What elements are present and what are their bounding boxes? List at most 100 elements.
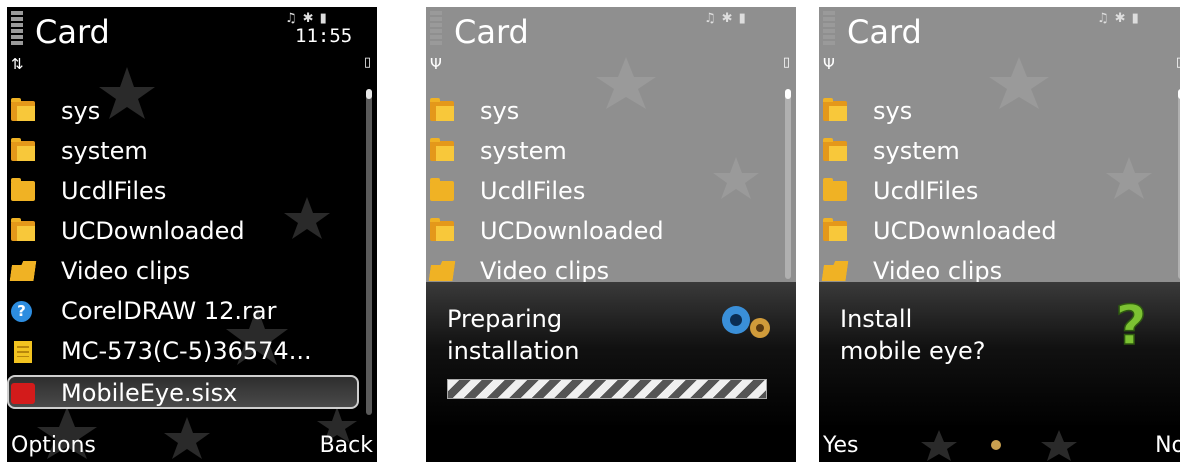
list-item[interactable]: UCDownloaded bbox=[7, 213, 361, 253]
list-item[interactable]: sys bbox=[7, 93, 361, 133]
folder-icon bbox=[430, 98, 454, 121]
page-title: Card bbox=[35, 13, 110, 51]
list-item: system bbox=[819, 133, 1173, 173]
list-item: sys bbox=[426, 93, 780, 133]
list-item[interactable]: UcdlFiles bbox=[7, 173, 361, 213]
folder-icon bbox=[823, 178, 847, 201]
folder-icon bbox=[823, 218, 847, 241]
item-label: UCDownloaded bbox=[61, 217, 245, 245]
dialog-message: Install mobile eye? bbox=[840, 303, 986, 367]
file-list: sys system UcdlFiles UCDownloaded Video … bbox=[819, 93, 1173, 282]
yes-softkey[interactable]: Yes bbox=[823, 433, 859, 458]
document-icon bbox=[14, 341, 32, 363]
list-item: UcdlFiles bbox=[426, 173, 780, 213]
dialog-line-2: mobile eye? bbox=[840, 337, 986, 365]
list-item[interactable]: Video clips bbox=[7, 253, 361, 293]
item-label: UCDownloaded bbox=[480, 217, 664, 245]
network-icon: ⇅ bbox=[11, 55, 24, 73]
file-browser-screen: Card ♫✱▮ 11:55 ⇅ ▯ sys system UcdlFiles … bbox=[7, 7, 377, 462]
install-confirm-screen: Card ♫✱▮ Ψ ▯ sys system UcdlFiles UCDown… bbox=[819, 7, 1180, 462]
folder-icon bbox=[430, 178, 454, 201]
preparing-installation-screen: Card ♫✱▮ Ψ ▯ sys system UcdlFiles UCDown… bbox=[426, 7, 796, 462]
list-item: UCDownloaded bbox=[426, 213, 780, 253]
scroll-thumb bbox=[785, 89, 791, 99]
no-softkey[interactable]: No bbox=[1155, 433, 1180, 458]
scrollbar[interactable] bbox=[366, 89, 372, 415]
alarm-icon: ♫ bbox=[1097, 11, 1115, 26]
file-list: sys system UcdlFiles UCDownloaded Video … bbox=[426, 93, 780, 282]
bluetooth-icon: ✱ bbox=[721, 11, 739, 26]
progress-dialog: Preparing installation bbox=[426, 282, 796, 428]
bluetooth-icon: ✱ bbox=[302, 11, 320, 26]
softkey-bar: Options Back bbox=[7, 428, 377, 462]
list-item-selected[interactable]: MobileEye.sisx bbox=[7, 375, 361, 413]
item-label: system bbox=[61, 137, 148, 165]
folder-open-icon bbox=[10, 261, 37, 281]
folder-open-icon bbox=[822, 261, 849, 281]
back-softkey[interactable]: Back bbox=[320, 433, 373, 458]
gears-icon bbox=[722, 306, 770, 338]
progress-bar bbox=[447, 379, 767, 399]
item-label: system bbox=[873, 137, 960, 165]
item-label: sys bbox=[873, 97, 913, 125]
list-item: UcdlFiles bbox=[819, 173, 1173, 213]
alarm-icon: ♫ bbox=[704, 11, 722, 26]
folder-icon bbox=[430, 138, 454, 161]
battery-icon: ▮ bbox=[319, 11, 333, 26]
folder-icon bbox=[823, 138, 847, 161]
dialog-line-1: Install bbox=[840, 305, 913, 333]
options-softkey[interactable]: Options bbox=[11, 433, 96, 458]
confirm-dialog: Install mobile eye? ? bbox=[819, 282, 1180, 428]
item-label: UCDownloaded bbox=[873, 217, 1057, 245]
sisx-file-icon bbox=[11, 383, 35, 404]
status-icons: ♫✱▮ bbox=[1097, 11, 1145, 26]
folder-icon bbox=[11, 178, 35, 201]
battery-icon: ▮ bbox=[738, 11, 752, 26]
list-item: Video clips bbox=[426, 253, 780, 282]
item-label: Video clips bbox=[873, 257, 1003, 282]
selection-key-dot[interactable] bbox=[991, 440, 1001, 450]
status-bar: Card ♫✱▮ 11:55 ⇅ ▯ bbox=[7, 7, 377, 87]
folder-icon bbox=[11, 138, 35, 161]
signal-strength-icon bbox=[823, 11, 835, 55]
folder-open-icon bbox=[429, 261, 456, 281]
question-mark-icon: ? bbox=[1115, 296, 1148, 352]
battery-icon: ▮ bbox=[1131, 11, 1145, 26]
signal-strength-icon bbox=[430, 11, 442, 55]
alarm-icon: ♫ bbox=[285, 11, 303, 26]
status-icons: ♫✱▮ bbox=[704, 11, 752, 26]
svg-text:?: ? bbox=[1115, 296, 1146, 352]
dimmed-file-browser: Card ♫✱▮ Ψ ▯ sys system UcdlFiles UCDown… bbox=[819, 7, 1180, 282]
list-item[interactable]: ? CorelDRAW 12.rar bbox=[7, 293, 361, 333]
scroll-thumb[interactable] bbox=[366, 89, 372, 99]
item-label: UcdlFiles bbox=[873, 177, 979, 205]
list-item[interactable]: system bbox=[7, 133, 361, 173]
list-item[interactable]: MC-573(C-5)36574... bbox=[7, 333, 361, 373]
folder-icon bbox=[11, 218, 35, 241]
page-title: Card bbox=[454, 13, 529, 51]
folder-icon bbox=[430, 218, 454, 241]
lock-icon: ▯ bbox=[782, 55, 790, 70]
question-icon: ? bbox=[11, 301, 32, 322]
lock-icon: ▯ bbox=[363, 55, 371, 70]
list-item: Video clips bbox=[819, 253, 1173, 282]
item-label: sys bbox=[480, 97, 520, 125]
item-label: Video clips bbox=[480, 257, 610, 282]
lock-icon: ▯ bbox=[1175, 55, 1180, 70]
folder-icon bbox=[823, 98, 847, 121]
item-label: UcdlFiles bbox=[61, 177, 167, 205]
item-label: MC-573(C-5)36574... bbox=[61, 337, 312, 365]
clock: 11:55 bbox=[295, 25, 353, 47]
item-label: system bbox=[480, 137, 567, 165]
item-label: Video clips bbox=[61, 257, 191, 285]
scrollbar bbox=[785, 89, 791, 279]
dialog-line-2: installation bbox=[447, 337, 580, 365]
dialog-message: Preparing installation bbox=[447, 303, 580, 367]
signal-strength-icon bbox=[11, 11, 23, 55]
item-label: CorelDRAW 12.rar bbox=[61, 297, 277, 325]
file-list: sys system UcdlFiles UCDownloaded Video … bbox=[7, 93, 361, 413]
list-item: sys bbox=[819, 93, 1173, 133]
dialog-line-1: Preparing bbox=[447, 305, 563, 333]
page-title: Card bbox=[847, 13, 922, 51]
bluetooth-icon: ✱ bbox=[1114, 11, 1132, 26]
